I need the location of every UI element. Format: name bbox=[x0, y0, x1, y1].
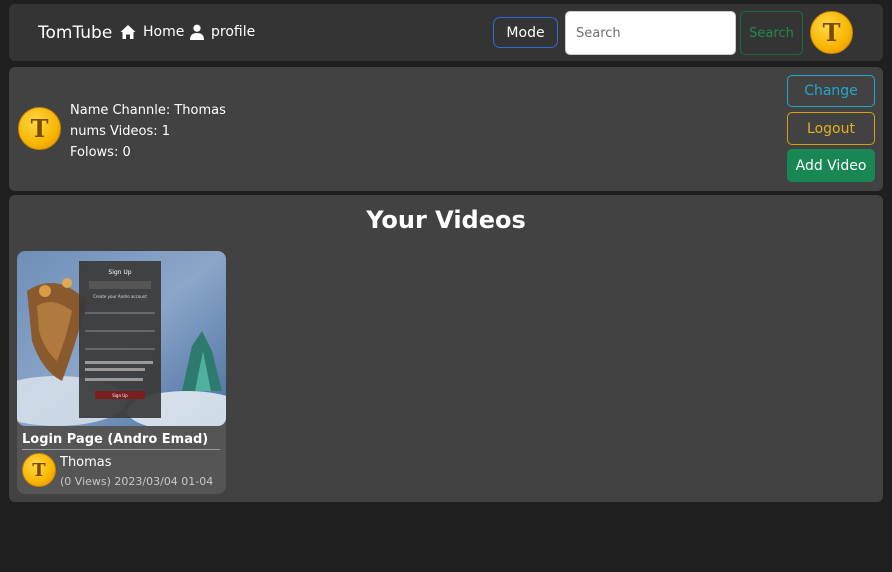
nav-home-label: Home bbox=[143, 24, 185, 40]
channel-follows: Folows: 0 bbox=[70, 145, 131, 160]
change-button[interactable]: Change bbox=[787, 75, 875, 107]
logout-button[interactable]: Logout bbox=[787, 112, 875, 145]
navbar: TomTube Home profile Mode Search T bbox=[9, 4, 883, 61]
nav-profile-link[interactable]: profile bbox=[190, 24, 255, 40]
thumbnail-image: Sign Up Create your Andro account Sign U… bbox=[17, 251, 226, 426]
video-title[interactable]: Login Page (Andro Emad) bbox=[22, 432, 220, 450]
nav-home-link[interactable]: Home bbox=[120, 24, 184, 40]
avatar[interactable]: T bbox=[810, 11, 853, 54]
videos-heading: Your Videos bbox=[366, 206, 526, 234]
video-card[interactable]: Sign Up Create your Andro account Sign U… bbox=[17, 251, 226, 494]
video-meta: (0 Views) 2023/03/04 01-04 bbox=[60, 475, 214, 488]
video-channel-avatar[interactable]: T bbox=[22, 453, 56, 487]
home-icon bbox=[120, 25, 136, 39]
videos-section: Your Videos Sign Up Create your Andro ac… bbox=[9, 195, 883, 502]
thumbnail-form-title: Sign Up bbox=[108, 269, 131, 276]
channel-avatar: T bbox=[18, 107, 61, 150]
search-button[interactable]: Search bbox=[740, 11, 803, 55]
brand-logo[interactable]: TomTube bbox=[38, 23, 112, 43]
add-video-button[interactable]: Add Video bbox=[787, 149, 875, 182]
channel-info: Name Channle: Thomas nums Videos: 1 Folo… bbox=[70, 100, 226, 163]
channel-name: Name Channle: Thomas bbox=[70, 103, 226, 118]
nav-profile-label: profile bbox=[211, 24, 256, 40]
video-channel-name[interactable]: Thomas bbox=[60, 455, 112, 470]
user-icon bbox=[190, 24, 204, 40]
mode-button[interactable]: Mode bbox=[493, 17, 558, 48]
search-input[interactable] bbox=[565, 11, 736, 55]
channel-card: T Name Channle: Thomas nums Videos: 1 Fo… bbox=[9, 67, 883, 191]
thumbnail-form-subtitle: Create your Andro account bbox=[93, 294, 147, 299]
thumbnail-form-button: Sign Up bbox=[112, 393, 128, 398]
channel-video-count: nums Videos: 1 bbox=[70, 124, 171, 139]
video-thumbnail[interactable]: Sign Up Create your Andro account Sign U… bbox=[17, 251, 226, 426]
